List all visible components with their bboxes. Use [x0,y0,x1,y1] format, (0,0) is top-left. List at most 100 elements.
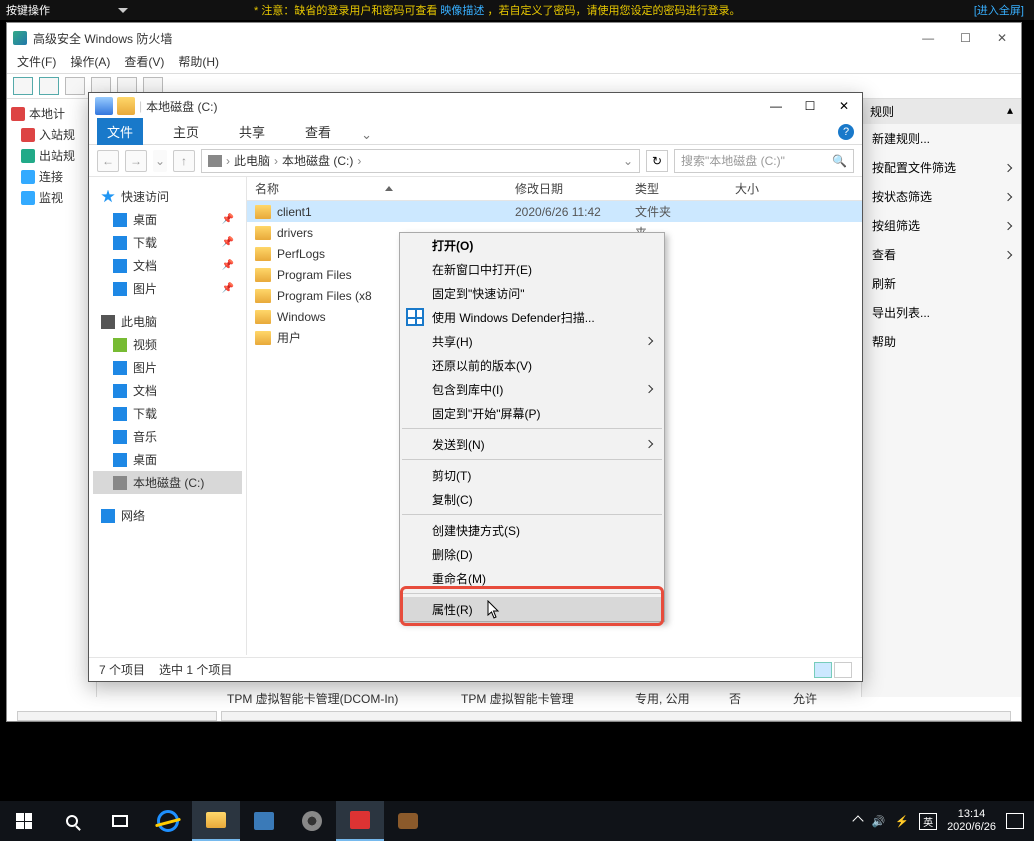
search-button[interactable] [48,801,96,841]
dropdown-arrow-icon[interactable] [118,8,128,13]
search-icon[interactable]: 🔍 [832,154,847,168]
forward-button[interactable] [39,77,59,95]
fullscreen-button[interactable]: [进入全屏] [974,2,1034,18]
nav-history-button[interactable]: ⌄ [153,150,167,172]
nav-videos[interactable]: 视频 [93,333,242,356]
minimize-button[interactable]: — [762,96,790,116]
menu-help[interactable]: 帮助(H) [178,53,219,73]
taskbar-services[interactable] [288,801,336,841]
ctx-copy[interactable]: 复制(C) [400,487,664,511]
maximize-button[interactable]: ☐ [796,96,824,116]
nav-downloads-2[interactable]: 下载 [93,402,242,425]
tray-expand-icon[interactable] [852,815,863,826]
tab-file[interactable]: 文件 [97,118,143,145]
firewall-titlebar[interactable]: 高级安全 Windows 防火墙 — ☐ ✕ [7,23,1021,53]
ctx-include-library[interactable]: 包含到库中(I) [400,377,664,401]
ctx-send-to[interactable]: 发送到(N) [400,432,664,456]
taskbar-explorer[interactable] [192,801,240,841]
refresh-button[interactable]: ↻ [646,150,668,172]
action-help[interactable]: 帮助 [862,327,1021,356]
ctx-restore-versions[interactable]: 还原以前的版本(V) [400,353,664,377]
ctx-properties[interactable]: 属性(R) [400,597,664,621]
search-input[interactable]: 搜索"本地磁盘 (C:)" 🔍 [674,149,854,173]
nav-desktop[interactable]: 桌面📌 [93,208,242,231]
address-dropdown-icon[interactable]: ⌄ [623,154,633,168]
taskbar-app[interactable] [384,801,432,841]
ctx-cut[interactable]: 剪切(T) [400,463,664,487]
action-filter-state[interactable]: 按状态筛选 [862,182,1021,211]
action-filter-group[interactable]: 按组筛选 [862,211,1021,240]
breadcrumb-drive[interactable]: 本地磁盘 (C:) [282,152,353,169]
ctx-defender-scan[interactable]: 使用 Windows Defender扫描... [400,305,664,329]
taskbar-server-manager[interactable] [240,801,288,841]
action-filter-profile[interactable]: 按配置文件筛选 [862,153,1021,182]
volume-icon[interactable]: 🔊 [872,815,886,828]
nav-drive-c[interactable]: 本地磁盘 (C:) [93,471,242,494]
view-large-button[interactable] [834,662,852,678]
nav-pictures-2[interactable]: 图片 [93,356,242,379]
ime-indicator[interactable]: 英 [919,813,937,830]
nav-up-button[interactable]: ↑ [173,150,195,172]
tab-home[interactable]: 主页 [163,118,209,145]
nav-documents-2[interactable]: 文档 [93,379,242,402]
ctx-delete[interactable]: 删除(D) [400,542,664,566]
tree-connections[interactable]: 连接 [11,166,92,187]
ctx-share[interactable]: 共享(H) [400,329,664,353]
nav-desktop-2[interactable]: 桌面 [93,448,242,471]
tab-view[interactable]: 查看 [295,118,341,145]
col-size[interactable]: 大小 [727,180,807,197]
scrollbar[interactable] [221,711,1011,721]
taskbar-ie[interactable] [144,801,192,841]
address-bar[interactable]: › 此电脑 › 本地磁盘 (C:) › ⌄ [201,149,640,173]
nav-quick-access[interactable]: 快速访问 [93,185,242,208]
folder-icon[interactable] [117,97,135,115]
action-export[interactable]: 导出列表... [862,298,1021,327]
rule-row[interactable]: TPM 虚拟智能卡管理(DCOM-In) TPM 虚拟智能卡管理 专用, 公用 … [227,687,1011,709]
taskbar-firewall[interactable] [336,801,384,841]
close-button[interactable]: ✕ [830,96,858,116]
tab-share[interactable]: 共享 [229,118,275,145]
help-icon[interactable]: ? [838,124,854,140]
tree-inbound[interactable]: 入站规 [11,124,92,145]
menu-file[interactable]: 文件(F) [17,53,56,73]
nav-network[interactable]: 网络 [93,504,242,527]
action-new-rule[interactable]: 新建规则... [862,124,1021,153]
network-tray-icon[interactable]: ⚡ [895,815,909,828]
ctx-pin-quick-access[interactable]: 固定到"快速访问" [400,281,664,305]
ctx-rename[interactable]: 重命名(M) [400,566,664,590]
task-view-button[interactable] [96,801,144,841]
file-row[interactable]: client12020/6/26 11:42文件夹 [247,201,862,222]
menu-view[interactable]: 查看(V) [124,53,164,73]
tree-outbound[interactable]: 出站规 [11,145,92,166]
image-desc-link[interactable]: 映像描述 [440,5,484,17]
menu-action[interactable]: 操作(A) [70,53,110,73]
ctx-pin-start[interactable]: 固定到"开始"屏幕(P) [400,401,664,425]
col-type[interactable]: 类型 [627,180,727,197]
tree-root[interactable]: 本地计 [11,103,92,124]
nav-downloads[interactable]: 下载📌 [93,231,242,254]
minimize-button[interactable]: — [922,31,934,45]
toolbar-button[interactable] [65,77,85,95]
tree-monitor[interactable]: 监视 [11,187,92,208]
close-button[interactable]: ✕ [997,31,1007,45]
nav-pictures[interactable]: 图片📌 [93,277,242,300]
col-date[interactable]: 修改日期 [507,180,627,197]
nav-music[interactable]: 音乐 [93,425,242,448]
nav-this-pc[interactable]: 此电脑 [93,310,242,333]
notification-icon[interactable] [1006,813,1024,829]
scrollbar[interactable] [17,711,217,721]
nav-documents[interactable]: 文档📌 [93,254,242,277]
action-view[interactable]: 查看 [862,240,1021,269]
clock[interactable]: 13:14 2020/6/26 [947,808,996,834]
nav-forward-button[interactable]: → [125,150,147,172]
ribbon-expand-icon[interactable]: ⌄ [361,127,371,137]
col-name[interactable]: 名称 [247,180,507,197]
view-details-button[interactable] [814,662,832,678]
maximize-button[interactable]: ☐ [960,31,971,45]
action-refresh[interactable]: 刷新 [862,269,1021,298]
ctx-create-shortcut[interactable]: 创建快捷方式(S) [400,518,664,542]
back-button[interactable] [13,77,33,95]
ctx-open[interactable]: 打开(O) [400,233,664,257]
ctx-open-new-window[interactable]: 在新窗口中打开(E) [400,257,664,281]
breadcrumb-pc[interactable]: 此电脑 [234,152,270,169]
